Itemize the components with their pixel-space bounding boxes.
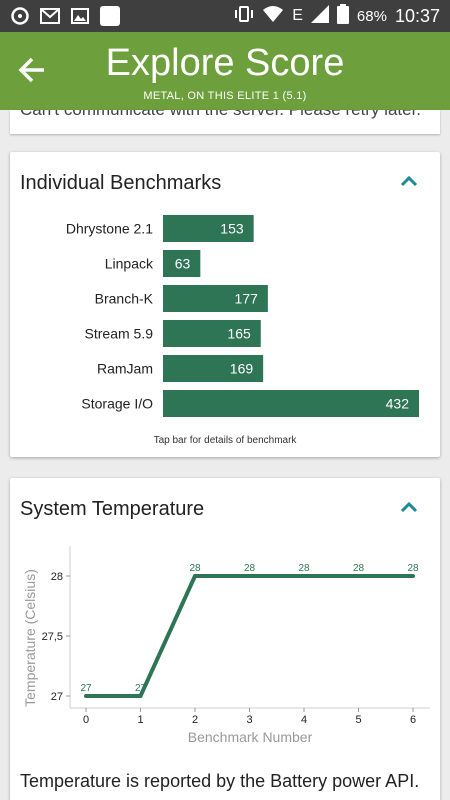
collapse-chevron-icon[interactable] bbox=[398, 496, 420, 518]
temperature-point-label: 28 bbox=[298, 563, 310, 574]
temperature-title: System Temperature bbox=[20, 498, 205, 520]
x-tick-label: 5 bbox=[355, 714, 361, 726]
clock: 10:37 bbox=[394, 5, 440, 26]
temperature-card: System Temperature 27 27,5 28 0 1 2 3 4 5 6 27 27 28… bbox=[10, 478, 440, 800]
battery-percent: 68% bbox=[356, 7, 387, 25]
app-bar: Explore Score METAL, ON THIS ELITE 1 (5.… bbox=[0, 32, 450, 110]
error-message: Can't communicate with the server. Pleas… bbox=[20, 110, 421, 120]
x-tick-label: 4 bbox=[301, 714, 307, 726]
benchmarks-title: Individual Benchmarks bbox=[20, 172, 222, 194]
benchmarks-hint: Tap bar for details of benchmark bbox=[153, 435, 297, 446]
status-bar: E 68% 10:37 bbox=[0, 0, 450, 32]
collapse-chevron-icon[interactable] bbox=[398, 170, 420, 192]
benchmark-value: 177 bbox=[235, 291, 259, 307]
temperature-footnote: Temperature is reported by the Battery p… bbox=[20, 771, 420, 791]
x-tick-label: 3 bbox=[246, 714, 252, 726]
benchmark-bar[interactable] bbox=[163, 390, 419, 417]
benchmark-value: 63 bbox=[175, 256, 191, 272]
network-type: E bbox=[292, 7, 303, 24]
y-tick-label: 27,5 bbox=[42, 631, 63, 643]
benchmark-label: Linpack bbox=[105, 256, 154, 272]
signal-icon bbox=[310, 4, 329, 28]
temperature-point bbox=[302, 574, 306, 578]
x-tick-label: 0 bbox=[83, 714, 89, 726]
benchmarks-bar-chart: Dhrystone 2.1 153 Linpack 63 Branch-K 177 Stre… bbox=[66, 215, 419, 417]
x-tick-label: 2 bbox=[192, 714, 198, 726]
temperature-point bbox=[356, 574, 361, 578]
temperature-point-label: 28 bbox=[189, 563, 201, 574]
image-notification-icon bbox=[70, 6, 90, 26]
temperature-point-label: 28 bbox=[353, 563, 365, 574]
y-axis-title: Temperature (Celsius) bbox=[22, 569, 38, 707]
temperature-series-line bbox=[86, 574, 413, 698]
temperature-point-label: 27 bbox=[80, 683, 92, 694]
benchmark-value: 153 bbox=[220, 221, 244, 237]
x-tick-label: 1 bbox=[137, 714, 143, 726]
x-axis-title: Benchmark Number bbox=[188, 729, 313, 745]
temperature-point bbox=[84, 694, 88, 698]
benchmark-label: RamJam bbox=[97, 361, 153, 377]
page-title: Explore Score bbox=[105, 42, 345, 84]
benchmark-label: Dhrystone 2.1 bbox=[66, 221, 153, 237]
gmail-notification-icon bbox=[40, 6, 60, 26]
benchmark-label: Storage I/O bbox=[81, 396, 153, 412]
x-tick-label: 6 bbox=[410, 714, 416, 726]
benchmark-value: 169 bbox=[230, 361, 254, 377]
vibrate-icon bbox=[234, 5, 254, 28]
y-tick-label: 28 bbox=[51, 571, 63, 583]
temperature-point bbox=[138, 694, 143, 698]
temperature-point bbox=[411, 574, 415, 578]
temperature-point-label: 28 bbox=[244, 563, 256, 574]
temperature-point bbox=[247, 574, 252, 578]
y-tick-label: 27 bbox=[51, 691, 63, 703]
temperature-point-label: 27 bbox=[135, 683, 147, 694]
temperature-line-chart: 27 27,5 28 0 1 2 3 4 5 6 27 27 28 28 28 28 28 Benchmark N… bbox=[22, 546, 430, 745]
benchmarks-card: Individual Benchmarks Dhrystone 2.1 153 Li… bbox=[10, 152, 440, 457]
disc-notification-icon bbox=[10, 6, 30, 26]
benchmark-label: Stream 5.9 bbox=[85, 326, 154, 342]
benchmark-value: 165 bbox=[227, 326, 251, 342]
wifi-icon bbox=[262, 5, 284, 28]
benchmark-value: 432 bbox=[386, 396, 410, 412]
temperature-point-label: 28 bbox=[407, 563, 419, 574]
battery-icon bbox=[336, 3, 349, 29]
error-banner: Can't communicate with the server. Pleas… bbox=[10, 110, 440, 134]
temperature-point bbox=[193, 574, 197, 578]
page-subtitle: METAL, ON THIS ELITE 1 (5.1) bbox=[143, 90, 307, 102]
benchmark-label: Branch-K bbox=[95, 291, 154, 307]
app-notification-icon bbox=[100, 6, 120, 26]
